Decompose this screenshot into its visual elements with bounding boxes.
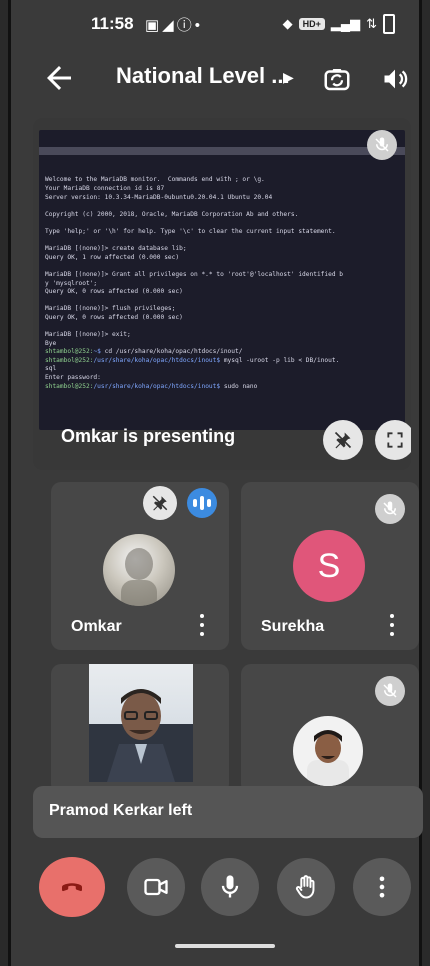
- presenting-label: Omkar is presenting: [61, 426, 236, 446]
- microphone-toggle-button[interactable]: [201, 858, 259, 916]
- pin-button[interactable]: [143, 486, 177, 520]
- terminal-line: Type 'help;' or '\h' for help. Type '\c'…: [45, 227, 336, 235]
- participant-name: Omkar: [71, 618, 122, 635]
- call-controls: [11, 857, 419, 918]
- microphone-icon: [221, 875, 239, 898]
- terminal-line: shtambol@252:~$ cd /usr/share/koha/opac/…: [45, 348, 243, 356]
- terminal-line: MariaDB [(none)]> flush privileges;: [45, 305, 176, 313]
- terminal-line: MariaDB [(none)]> Grant all privileges o…: [45, 270, 344, 278]
- mic-off-icon: [383, 501, 397, 516]
- terminal-line: MariaDB [(none)]> exit;: [45, 331, 131, 339]
- avatar-omkar: [103, 534, 175, 606]
- terminal-line: shtambol@252:/usr/share/koha/opac/htdocs…: [45, 356, 340, 364]
- speaker-button[interactable]: [377, 61, 413, 97]
- pin-icon: [152, 495, 168, 511]
- raise-hand-button[interactable]: [277, 858, 335, 916]
- network-badge: HD+: [298, 18, 325, 30]
- participant-name: Surekha: [261, 618, 325, 635]
- muted-indicator: [375, 494, 405, 524]
- back-button[interactable]: [41, 60, 77, 96]
- terminal-line: sql: [45, 365, 57, 373]
- system-icons: ◆ HD+ ▂▄▆ ⇅: [283, 14, 395, 34]
- fullscreen-icon: [387, 432, 403, 448]
- battery-icon: [383, 14, 395, 34]
- arrow-left-icon: [47, 66, 71, 90]
- end-call-button[interactable]: [39, 857, 105, 917]
- raise-hand-icon: [295, 875, 315, 899]
- signal-icon: ▂▄▆: [330, 16, 361, 31]
- speaking-indicator-icon: [187, 488, 217, 518]
- participant-options-button[interactable]: [387, 614, 397, 636]
- terminal-line: Copyright (c) 2000, 2018, Oracle, MariaD…: [45, 210, 299, 218]
- avatar-surekha: S: [293, 530, 365, 602]
- terminal-titlebar: [39, 147, 405, 156]
- camera-toggle-button[interactable]: [127, 858, 185, 916]
- terminal-line: shtambol@252:/usr/share/koha/opac/htdocs…: [45, 382, 258, 390]
- toast-text: Pramod Kerkar left: [49, 802, 193, 819]
- terminal-line: MariaDB [(none)]> create database lib;: [45, 245, 187, 253]
- participant-tile-video[interactable]: [51, 664, 229, 794]
- call-header: National Level ... ▶: [11, 55, 419, 105]
- wifi-icon: ◆: [282, 16, 293, 31]
- terminal-line: Enter password:: [45, 374, 101, 382]
- more-options-button[interactable]: [353, 858, 411, 916]
- participant-tile-omkar[interactable]: Omkar: [51, 482, 229, 650]
- unpin-icon: [334, 431, 352, 449]
- chevron-right-icon[interactable]: ▶: [283, 69, 294, 86]
- terminal-line: Query OK, 0 rows affected (0.000 sec): [45, 313, 183, 321]
- phone-frame: 11:58 ▣◢ⓘ• ◆ HD+ ▂▄▆ ⇅ National Level ..…: [8, 0, 423, 966]
- switch-camera-icon: [324, 69, 350, 91]
- terminal-line: Query OK, 1 row affected (0.000 sec): [45, 253, 180, 261]
- status-bar: 11:58 ▣◢ⓘ• ◆ HD+ ▂▄▆ ⇅: [11, 6, 419, 42]
- terminal-line: Your MariaDB connection id is 87: [45, 184, 165, 192]
- meeting-title[interactable]: National Level ...: [116, 63, 290, 89]
- speaker-icon: [384, 69, 408, 89]
- participant-video: [89, 664, 193, 782]
- unpin-button[interactable]: [323, 420, 363, 460]
- presentation-tile[interactable]: Welcome to the MariaDB monitor. Commands…: [33, 118, 411, 470]
- terminal-line: Query OK, 0 rows affected (0.000 sec): [45, 288, 183, 296]
- end-call-icon: [62, 883, 82, 892]
- person-video-icon: [89, 689, 193, 782]
- participant-left-toast: Pramod Kerkar left: [33, 786, 423, 838]
- presenter-muted-indicator: [367, 130, 397, 160]
- terminal-text: Welcome to the MariaDB monitor. Commands…: [45, 176, 399, 391]
- switch-camera-button[interactable]: [319, 61, 355, 97]
- terminal-line: Server version: 10.3.34-MariaDB-0ubuntu0…: [45, 193, 273, 201]
- avatar-photo-icon: [307, 730, 349, 786]
- mic-off-icon: [375, 137, 389, 152]
- video-camera-icon: [144, 878, 168, 896]
- fullscreen-button[interactable]: [375, 420, 411, 460]
- participant-tile-surekha[interactable]: S Surekha: [241, 482, 419, 650]
- notification-icons: ▣◢ⓘ•: [145, 17, 203, 34]
- terminal-line: Bye: [45, 339, 57, 347]
- terminal-line: Welcome to the MariaDB monitor. Commands…: [45, 176, 265, 184]
- participant-options-button[interactable]: [197, 614, 207, 636]
- muted-indicator: [375, 676, 405, 706]
- shared-screen-terminal: Welcome to the MariaDB monitor. Commands…: [39, 130, 405, 430]
- more-options-icon: [379, 876, 385, 898]
- status-time: 11:58: [91, 14, 134, 33]
- home-indicator[interactable]: [175, 944, 275, 948]
- avatar-participant: [293, 716, 363, 786]
- terminal-line: y 'mysqlroot';: [45, 279, 98, 287]
- mic-off-icon: [383, 683, 397, 698]
- avatar-photo-icon: [121, 548, 157, 606]
- participant-tile-fourth[interactable]: [241, 664, 419, 794]
- data-icon: ⇅: [366, 16, 377, 31]
